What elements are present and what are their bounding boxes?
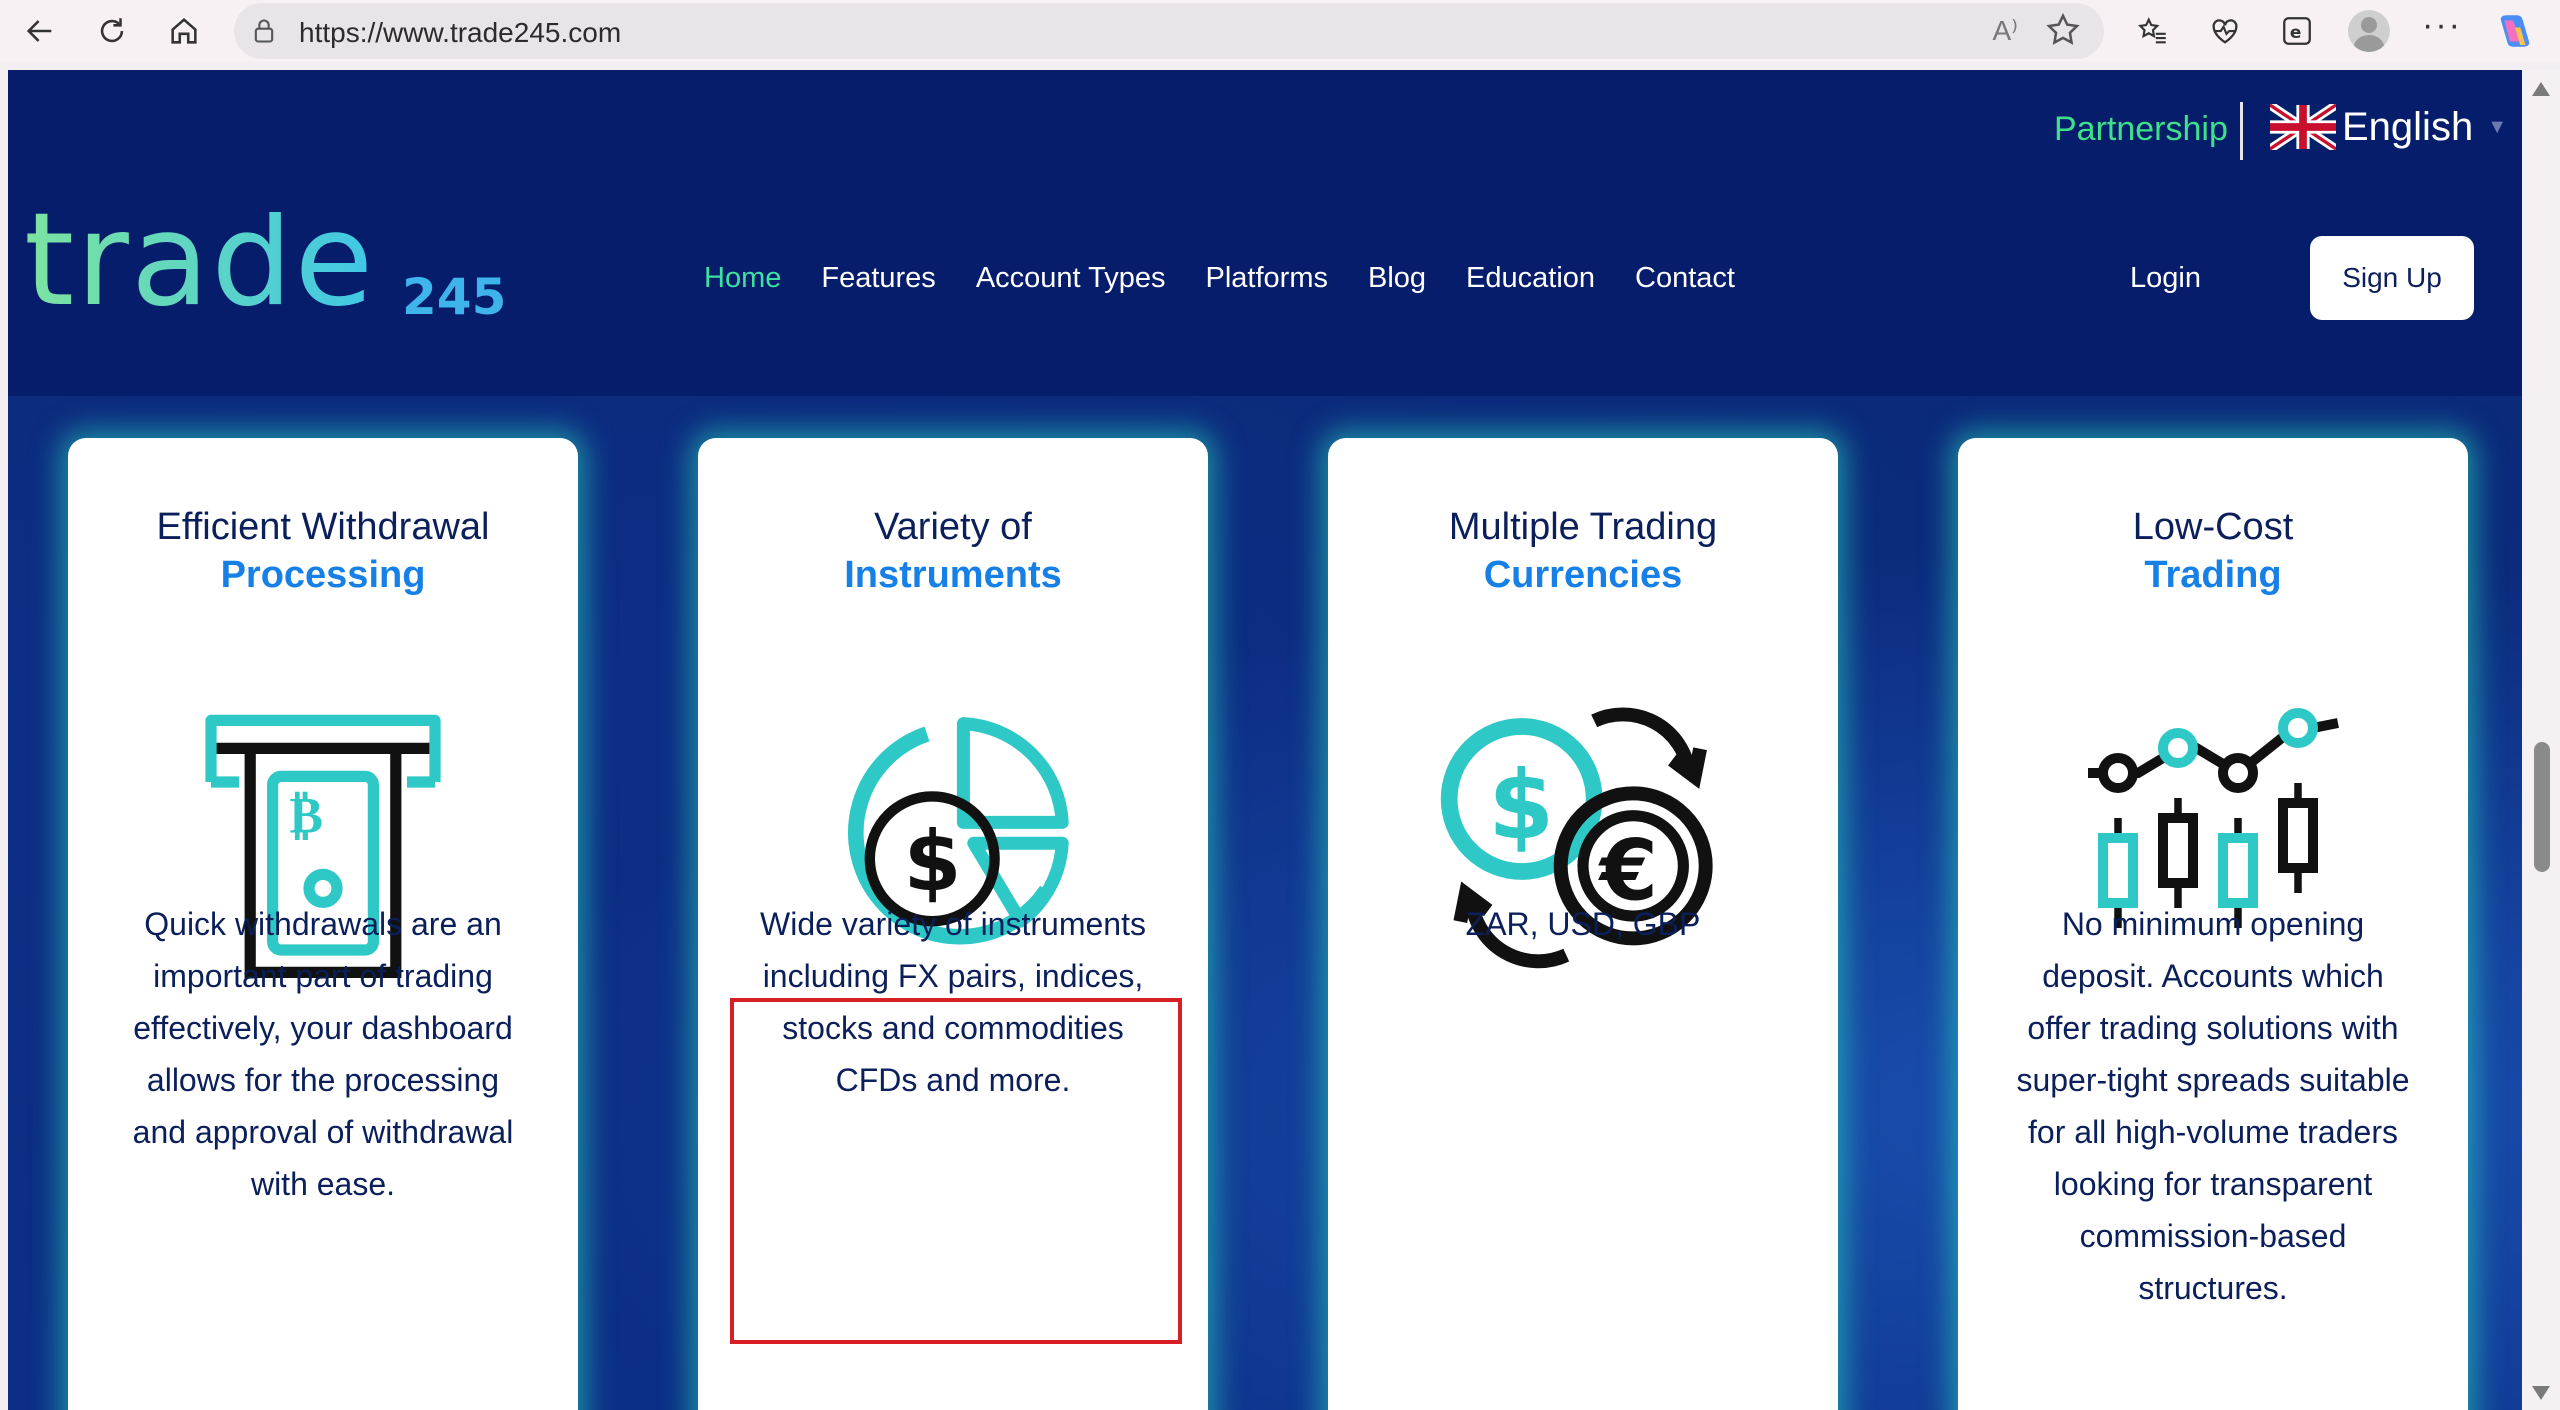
url-text[interactable]: https://www.trade245.com	[299, 17, 621, 49]
uk-flag-icon	[2270, 104, 2336, 150]
nav-account-types[interactable]: Account Types	[976, 262, 1166, 295]
login-link[interactable]: Login	[2130, 262, 2201, 295]
health-button[interactable]	[2204, 10, 2246, 52]
chevron-down-icon: ▼	[2487, 115, 2507, 138]
language-selector[interactable]: English ▼	[2270, 104, 2507, 150]
feature-card-low-cost: Low-Cost Trading No minimum opening depo…	[1958, 438, 2468, 1410]
browser-toolbar: https://www.trade245.com A⁾ e ···	[0, 0, 2560, 62]
home-button[interactable]	[162, 9, 206, 53]
back-button[interactable]	[18, 9, 62, 53]
card-title-line2: Currencies	[1483, 554, 1683, 596]
trade245-logo[interactable]: trade 245	[24, 212, 504, 322]
card-title-line1: Efficient Withdrawal	[156, 506, 490, 548]
nav-platforms[interactable]: Platforms	[1206, 262, 1328, 295]
home-icon	[171, 17, 197, 44]
address-bar[interactable]: https://www.trade245.com A⁾	[234, 3, 2104, 59]
feature-card-currencies: Multiple Trading Currencies $ € ZAR, USD…	[1328, 438, 1838, 1410]
read-aloud-icon[interactable]: A⁾	[1992, 14, 2018, 47]
back-arrow-icon	[26, 20, 52, 42]
lock-icon[interactable]	[250, 17, 278, 45]
scrollbar-thumb[interactable]	[2534, 742, 2550, 872]
feature-card-withdrawal: Efficient Withdrawal Processing ₿ Quick …	[68, 438, 578, 1410]
card-description: ZAR, USD, GBP	[1465, 906, 1701, 942]
language-label: English	[2342, 104, 2474, 149]
nav-education[interactable]: Education	[1466, 262, 1595, 295]
card-title-line1: Variety of	[874, 506, 1032, 548]
highlight-annotation-box	[730, 998, 1182, 1344]
card-title-line1: Low-Cost	[2132, 506, 2294, 548]
refresh-button[interactable]	[90, 9, 134, 53]
card-description: Quick withdrawals are an important part …	[132, 906, 514, 1202]
main-navigation: Home Features Account Types Platforms Bl…	[704, 262, 1775, 295]
header-divider	[2240, 102, 2243, 160]
card-title-line2: Trading	[2144, 554, 2282, 596]
site-header: Partnership English ▼ trade 245 Home Fea…	[8, 70, 2522, 396]
logo-suffix: 245	[402, 268, 504, 322]
svg-text:e: e	[2290, 23, 2302, 43]
svg-text:$: $	[1488, 751, 1554, 861]
page-viewport: Partnership English ▼ trade 245 Home Fea…	[8, 70, 2522, 1410]
card-description: No minimum opening deposit. Accounts whi…	[2016, 906, 2410, 1306]
svg-text:₿: ₿	[289, 785, 323, 844]
more-menu-icon[interactable]: ···	[2422, 6, 2462, 45]
nav-contact[interactable]: Contact	[1635, 262, 1735, 295]
profile-avatar[interactable]	[2348, 10, 2390, 52]
copilot-icon[interactable]	[2494, 10, 2536, 52]
partnership-link[interactable]: Partnership	[2054, 110, 2228, 149]
scroll-down-icon[interactable]	[2532, 1386, 2550, 1400]
refresh-icon	[100, 18, 124, 43]
favorites-list-icon	[2137, 17, 2166, 44]
signup-button[interactable]: Sign Up	[2310, 236, 2474, 320]
nav-features[interactable]: Features	[821, 262, 935, 295]
svg-text:$: $	[904, 813, 962, 910]
favorites-button[interactable]	[2132, 10, 2174, 52]
ie-mode-button[interactable]: e	[2276, 10, 2318, 52]
nav-blog[interactable]: Blog	[1368, 262, 1426, 295]
logo-text: trade	[24, 212, 375, 322]
nav-home[interactable]: Home	[704, 262, 781, 295]
card-title-line1: Multiple Trading	[1448, 506, 1718, 548]
ie-mode-icon: e	[2283, 17, 2311, 45]
card-title-line2: Instruments	[844, 554, 1062, 596]
card-title-line2: Processing	[220, 554, 426, 596]
page-scrollbar[interactable]	[2522, 70, 2560, 1410]
favorite-star-icon[interactable]	[2044, 11, 2082, 49]
heartbeat-icon	[2212, 19, 2238, 44]
scroll-up-icon[interactable]	[2532, 82, 2550, 96]
